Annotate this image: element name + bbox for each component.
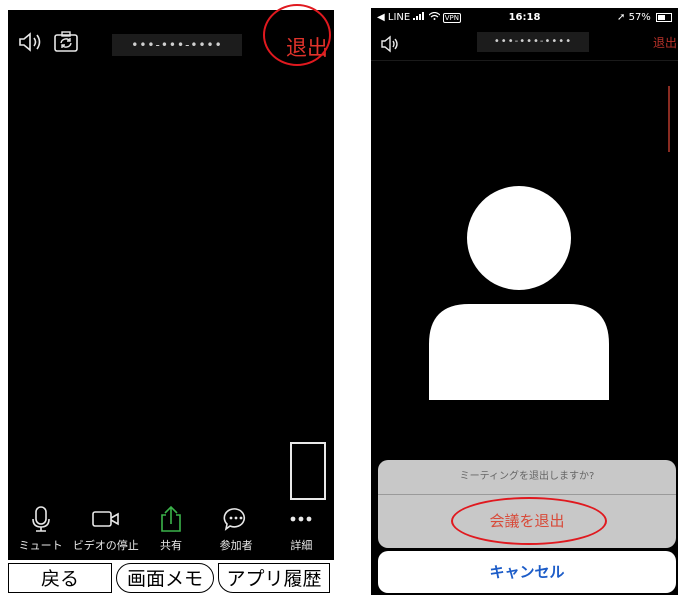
leave-button[interactable]: 退出 [653, 34, 677, 51]
speaker-icon[interactable] [379, 34, 401, 54]
self-video-thumbnail[interactable] [290, 442, 326, 500]
scroll-indicator [668, 86, 670, 152]
highlight-circle-leave-meeting [451, 497, 607, 545]
screen-memo-button[interactable]: 画面メモ [116, 562, 214, 593]
more-dots-icon [290, 516, 312, 522]
participant-avatar-icon [429, 186, 609, 400]
right-phone-screen: ◀ LINE VPN 16:18 ➚ 57% •••-•••-•••• 退出 ミ… [371, 8, 678, 595]
left-phone-screen: •••-•••-•••• 退出 ミュート ビデオの停止 共有 参加者 詳細 戻る… [8, 10, 334, 595]
status-bar: ◀ LINE VPN 16:18 ➚ 57% [371, 8, 678, 30]
share-icon [161, 505, 181, 532]
stop-video-label: ビデオの停止 [72, 539, 139, 552]
confirm-message: ミーティングを退出しますか? [459, 471, 595, 482]
more-button[interactable]: 詳細 [270, 505, 332, 553]
app-history-button[interactable]: アプリ履歴 [218, 562, 330, 593]
camera-flip-icon[interactable] [52, 30, 80, 54]
share-label: 共有 [159, 539, 182, 552]
meeting-id: •••-•••-•••• [477, 32, 589, 52]
participants-label: 参加者 [219, 539, 253, 552]
battery-percent: 57% [628, 12, 651, 23]
divider [371, 60, 678, 61]
video-camera-icon [91, 511, 119, 527]
battery-icon [656, 12, 672, 22]
cancel-button[interactable]: キャンセル [378, 551, 676, 593]
more-label: 詳細 [290, 539, 313, 552]
meeting-id: •••-•••-•••• [112, 34, 242, 56]
stop-video-button[interactable]: ビデオの停止 [72, 505, 139, 553]
bottom-navigation: 戻る 画面メモ アプリ履歴 [8, 560, 334, 595]
mute-button[interactable]: ミュート [10, 505, 72, 553]
speaker-icon[interactable] [16, 30, 44, 54]
location-icon: ➚ [617, 12, 626, 23]
highlight-circle-leave [263, 4, 331, 66]
participants-button[interactable]: 参加者 [205, 505, 267, 553]
chat-bubble-icon [223, 508, 246, 531]
share-button[interactable]: 共有 [140, 505, 202, 553]
back-button[interactable]: 戻る [8, 562, 112, 593]
meeting-toolbar: ミュート ビデオの停止 共有 参加者 詳細 [8, 505, 334, 557]
mute-label: ミュート [18, 539, 63, 552]
microphone-icon [31, 506, 50, 532]
